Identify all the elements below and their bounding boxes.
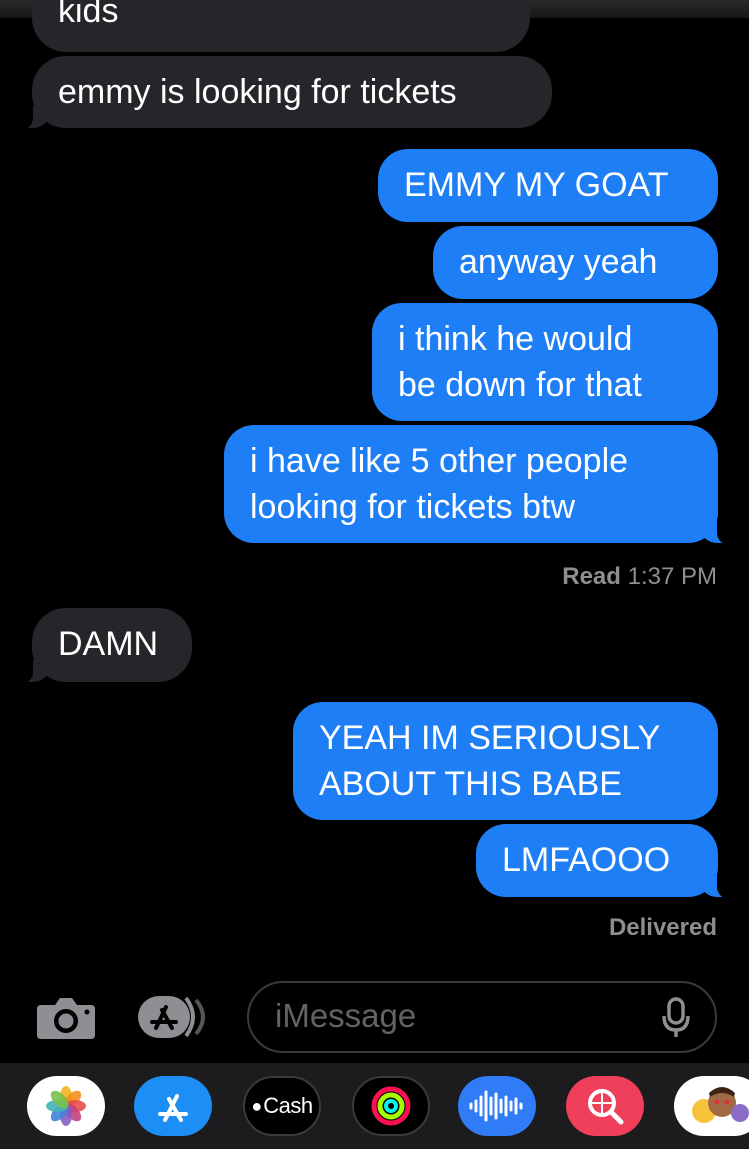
photos-app-icon[interactable] <box>27 1076 105 1136</box>
read-time: 1:37 PM <box>627 563 717 590</box>
outgoing-message[interactable]: i think he would be down for that <box>372 303 718 421</box>
camera-icon[interactable] <box>34 994 98 1040</box>
outgoing-message[interactable]: LMFAOOO <box>476 824 737 899</box>
outgoing-message[interactable]: i have like 5 other people looking for t… <box>224 425 737 545</box>
message-text: DAMN <box>58 625 159 663</box>
read-receipt: Read 1:37 PM <box>562 563 717 591</box>
message-text-line: looking for tickets btw <box>250 488 576 526</box>
outgoing-message[interactable]: EMMY MY GOAT <box>378 149 718 222</box>
message-text: anyway yeah <box>459 243 658 281</box>
message-input[interactable]: iMessage <box>247 981 717 1053</box>
message-text-line: be down for that <box>398 366 642 404</box>
cash-label: Cash <box>263 1093 313 1118</box>
incoming-message[interactable]: kids <box>32 0 530 52</box>
read-label: Read <box>562 563 621 590</box>
message-text-line: i think he would <box>398 320 633 358</box>
memoji-app-icon[interactable] <box>674 1076 749 1136</box>
incoming-message[interactable]: DAMN <box>13 608 192 684</box>
message-text-line: ABOUT THIS BABE <box>319 765 622 803</box>
image-search-app-icon[interactable] <box>566 1076 644 1136</box>
message-input-placeholder: iMessage <box>275 997 417 1034</box>
message-text: kids <box>58 0 119 30</box>
apple-cash-app-icon[interactable]: ● Cash <box>243 1076 321 1136</box>
message-text: EMMY MY GOAT <box>404 166 669 204</box>
delivered-label: Delivered <box>608 914 717 941</box>
microphone-icon[interactable] <box>661 997 691 1039</box>
activity-app-icon[interactable] <box>352 1076 430 1136</box>
outgoing-message[interactable]: YEAH IM SERIOUSLY ABOUT THIS BABE <box>293 702 718 820</box>
message-text-line: i have like 5 other people <box>250 442 629 480</box>
audio-message-app-icon[interactable] <box>458 1076 536 1136</box>
message-text: LMFAOOO <box>502 841 671 879</box>
apple-logo-icon: ● <box>251 1095 263 1116</box>
app-store-icon[interactable] <box>136 994 216 1040</box>
delivered-receipt: Delivered <box>609 914 717 942</box>
app-store-app-icon[interactable] <box>134 1076 212 1136</box>
incoming-message[interactable]: emmy is looking for tickets <box>13 56 552 130</box>
app-drawer: ● Cash <box>0 1063 749 1149</box>
message-text: emmy is looking for tickets <box>58 73 457 111</box>
message-text-line: YEAH IM SERIOUSLY <box>319 719 661 757</box>
outgoing-message[interactable]: anyway yeah <box>433 226 718 299</box>
